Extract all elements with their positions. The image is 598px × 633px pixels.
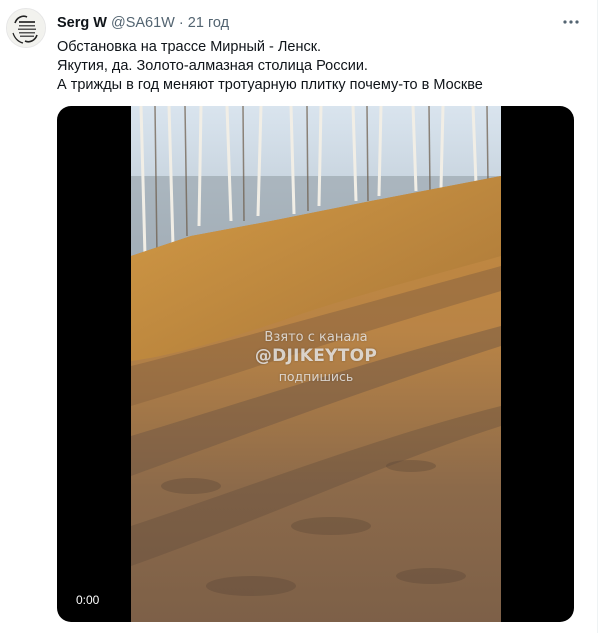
video-timestamp: 0:00 — [73, 592, 103, 608]
display-name[interactable]: Serg W — [57, 15, 107, 31]
tweet-header: Serg W @SA61W · 21 год — [57, 14, 229, 32]
tweet-card: Serg W @SA61W · 21 год Обстановка на тра… — [0, 0, 598, 633]
watermark-line: подпишись — [278, 369, 354, 384]
avatar-image — [7, 9, 45, 47]
tweet-line: Обстановка на трассе Мирный - Ленск. — [57, 39, 322, 55]
tweet-line: Якутия, да. Золото-алмазная столица Росс… — [57, 58, 368, 74]
more-horizontal-icon — [563, 20, 579, 24]
timestamp-link[interactable]: 21 год — [188, 15, 229, 31]
tweet-line: А трижды в год меняют тротуарную плитку … — [57, 77, 483, 93]
more-button[interactable] — [561, 12, 581, 32]
video-frame[interactable]: Взято с канала @DJIKEYTOP подпишись — [131, 106, 501, 622]
watermark-channel: @DJIKEYTOP — [254, 346, 378, 366]
watermark-line: Взято с канала — [264, 330, 368, 345]
video-watermark: Взято с канала @DJIKEYTOP подпишись — [131, 330, 501, 385]
avatar[interactable] — [6, 8, 46, 48]
handle[interactable]: @SA61W — [111, 15, 175, 31]
video-player[interactable]: Взято с канала @DJIKEYTOP подпишись 0:00 — [57, 106, 574, 622]
separator-dot: · — [178, 15, 184, 31]
tweet-text: Обстановка на трассе Мирный - Ленск. Яку… — [57, 38, 577, 95]
